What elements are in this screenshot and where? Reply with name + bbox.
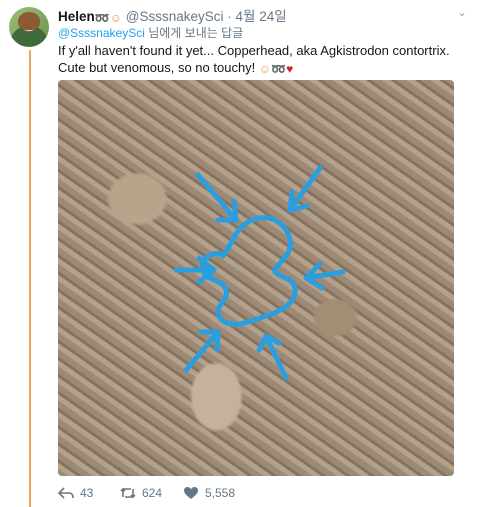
reply-context: @SsssnakeySci 님에게 보내는 답글 — [58, 24, 243, 41]
header-separator: · — [227, 9, 232, 24]
snake-emoji-icon: ➿ — [271, 62, 287, 76]
retweet-button[interactable]: 624 — [120, 484, 162, 502]
reply-context-suffix: 님에게 보내는 답글 — [144, 26, 244, 40]
retweet-icon — [120, 487, 136, 499]
chevron-down-icon[interactable]: ⌄ — [456, 7, 468, 19]
tweet-photo[interactable] — [58, 80, 454, 476]
woman-scientist-emoji-icon: ☺ — [109, 11, 122, 25]
reply-count: 43 — [80, 486, 94, 500]
arrow-pointer-icon — [173, 165, 346, 381]
tweet-text: If y'all haven't found it yet... Copperh… — [58, 42, 458, 78]
thread-connector-line — [29, 50, 31, 507]
reply-icon — [58, 487, 74, 499]
author-handle[interactable]: @SsssnakeySci — [126, 9, 224, 24]
like-count: 5,558 — [205, 486, 236, 500]
blushing-face-emoji-icon: ☺ — [258, 62, 272, 76]
reply-button[interactable]: 43 — [58, 484, 93, 502]
retweet-count: 624 — [142, 486, 163, 500]
photo-annotation-overlay — [173, 165, 346, 381]
tweet-date[interactable]: 4월 24일 — [236, 9, 287, 24]
avatar[interactable] — [9, 7, 49, 47]
heart-icon — [184, 487, 198, 499]
reply-mention-link[interactable]: @SsssnakeySci — [58, 26, 145, 40]
snake-emoji-icon: ➿ — [94, 11, 110, 25]
camouflaged-snake-outline-icon — [200, 215, 298, 327]
tweet-header: Helen➿☺ @SsssnakeySci · 4월 24일 — [58, 5, 450, 25]
like-button[interactable]: 5,558 — [183, 484, 235, 502]
tweet-text-body: If y'all haven't found it yet... Copperh… — [58, 43, 450, 75]
avatar-hair-shape — [18, 12, 40, 30]
author-name[interactable]: Helen — [58, 9, 95, 24]
red-heart-emoji-icon: ♥ — [286, 62, 294, 76]
